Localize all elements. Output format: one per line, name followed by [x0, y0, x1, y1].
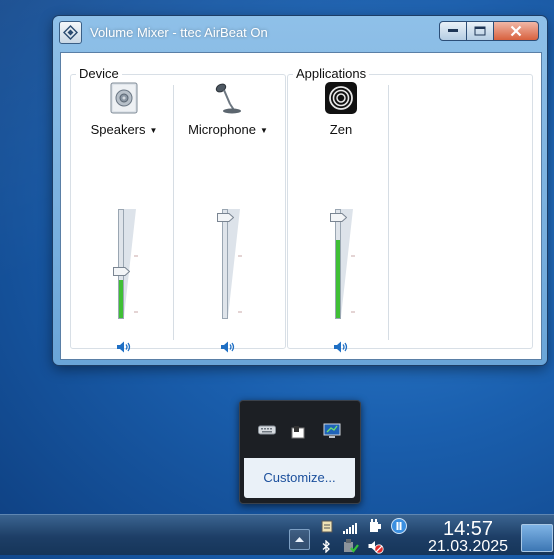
zen-label: Zen — [329, 122, 353, 137]
window-title: Volume Mixer - ttec AirBeat On — [90, 25, 268, 40]
speakers-device-menu[interactable]: Speakers ▼ — [72, 122, 176, 137]
chevron-down-icon: ▼ — [149, 126, 158, 135]
customize-link[interactable]: Customize... — [244, 458, 355, 498]
microphone-slider-thumb[interactable] — [217, 209, 235, 222]
volume-ramp — [228, 209, 242, 317]
zen-peak-meter — [335, 209, 341, 319]
microphone-mute-button[interactable] — [220, 340, 236, 359]
volume-mixer-window: Volume Mixer - ttec AirBeat On Device Sp… — [53, 16, 547, 365]
safe-remove-check-icon[interactable] — [343, 539, 359, 558]
channel-divider — [173, 85, 174, 340]
channel-divider — [388, 85, 389, 340]
safely-remove-icon[interactable] — [291, 425, 305, 444]
speakers-mute-button[interactable] — [116, 340, 132, 359]
speakers-slider-thumb[interactable] — [113, 263, 131, 277]
bluetooth-icon[interactable] — [321, 539, 331, 558]
mixer-client-area: Device Speakers ▼ Microphone ▼ Applicati… — [60, 52, 542, 360]
minimize-button[interactable] — [439, 21, 467, 41]
volume-muted-icon[interactable] — [368, 539, 384, 559]
channel-speakers: Speakers ▼ — [72, 82, 176, 353]
app-tray-icon[interactable] — [391, 518, 407, 539]
zen-app-icon — [325, 82, 357, 119]
chevron-up-icon — [295, 537, 304, 542]
zen-meter-fill — [336, 240, 340, 318]
show-hidden-icons-button[interactable] — [289, 529, 310, 550]
device-group-label: Device — [76, 66, 122, 81]
microphone-peak-meter — [222, 209, 228, 319]
microphone-volume-slider[interactable] — [208, 209, 248, 319]
clipboard-icon[interactable] — [321, 520, 333, 538]
device-group: Device Speakers ▼ Microphone ▼ — [70, 66, 286, 353]
clock-date[interactable]: 21.03.2025 — [418, 538, 518, 556]
zen-volume-slider[interactable] — [321, 209, 361, 319]
applications-group-label: Applications — [293, 66, 370, 81]
microphone-icon — [212, 82, 244, 119]
microphone-device-menu[interactable]: Microphone ▼ — [176, 122, 280, 137]
channel-zen: Zen — [289, 82, 393, 353]
power-plug-icon[interactable] — [368, 519, 382, 539]
show-desktop-button[interactable] — [521, 524, 553, 552]
channel-microphone: Microphone ▼ — [176, 82, 280, 353]
speakers-label: Speakers — [90, 122, 146, 137]
window-menu-icon[interactable] — [59, 21, 82, 44]
network-signal-icon[interactable] — [343, 521, 358, 539]
volume-icon — [117, 341, 131, 353]
volume-icon — [221, 341, 235, 353]
zen-slider-thumb[interactable] — [330, 209, 348, 222]
caption-buttons — [439, 21, 539, 41]
speakers-meter-fill — [119, 280, 123, 318]
keyboard-icon[interactable] — [258, 423, 276, 441]
speaker-icon — [108, 82, 140, 119]
chevron-down-icon: ▼ — [260, 126, 268, 135]
volume-icon — [334, 341, 348, 353]
display-icon[interactable] — [323, 423, 341, 444]
volume-ramp — [341, 209, 355, 317]
speakers-volume-slider[interactable] — [104, 209, 144, 319]
close-button[interactable] — [494, 21, 539, 41]
tray-overflow-flyout: Customize... — [239, 400, 361, 504]
title-bar[interactable]: Volume Mixer - ttec AirBeat On — [53, 16, 547, 48]
applications-group: Applications Zen — [287, 66, 533, 353]
taskbar: 14:57 21.03.2025 — [0, 514, 554, 555]
zen-mute-button[interactable] — [333, 340, 349, 359]
maximize-button[interactable] — [467, 21, 494, 41]
microphone-label: Microphone — [188, 122, 256, 137]
